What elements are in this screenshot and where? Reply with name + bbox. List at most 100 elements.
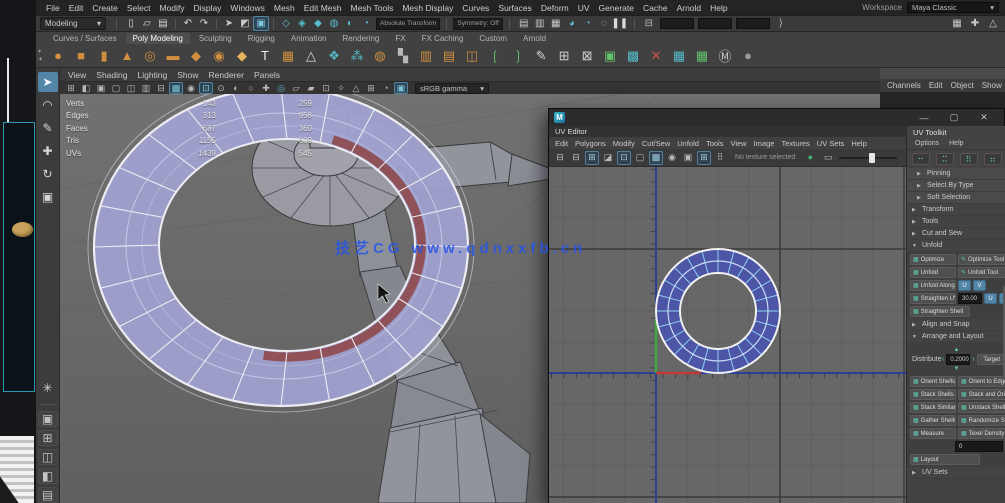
status-icon[interactable]: ◇ bbox=[278, 16, 294, 31]
arrange-button-right[interactable]: ▦Stack and Orient bbox=[958, 389, 1005, 400]
section-align-snap[interactable]: ▶ Align and Snap bbox=[907, 319, 1005, 331]
menu-item[interactable]: Display bbox=[194, 3, 222, 13]
selection-mode-button[interactable]: ⠿ bbox=[959, 153, 978, 165]
slider-handle[interactable] bbox=[869, 152, 876, 163]
minimize-button[interactable]: — bbox=[909, 110, 939, 126]
shelf-tool-icon[interactable]: ⁂ bbox=[347, 46, 367, 66]
arrange-button-right[interactable]: ▦ Texel Density ▾ bbox=[958, 428, 1005, 439]
last-tool-button[interactable]: ✳ bbox=[38, 379, 58, 398]
menu-item[interactable]: Modify bbox=[160, 3, 185, 13]
shelf-tool-icon[interactable]: ▬ bbox=[163, 46, 183, 66]
unfold-u-button[interactable]: U bbox=[958, 280, 971, 291]
shelf-tab[interactable]: Animation bbox=[284, 33, 334, 44]
layout-shortcut-button[interactable]: ▤ bbox=[37, 486, 58, 503]
uv-toolbar-icon[interactable]: ⊡ bbox=[617, 150, 631, 165]
viewport-toolbar-icon[interactable]: ◔ bbox=[379, 82, 393, 94]
menu-item[interactable]: Edit Mesh bbox=[304, 3, 342, 13]
viewport-toolbar-icon[interactable]: ⊡ bbox=[199, 82, 213, 94]
status-icon[interactable]: ◕ bbox=[564, 16, 580, 31]
viewport-toolbar-icon[interactable]: ▱ bbox=[289, 82, 303, 94]
status-icon[interactable]: ◈ bbox=[294, 16, 310, 31]
uv-toolbar-icon[interactable]: ⊞ bbox=[585, 150, 599, 165]
channel-menu-item[interactable]: Object bbox=[951, 81, 974, 90]
status-icon[interactable]: ▱ bbox=[139, 16, 155, 31]
shelf-tool-icon[interactable]: ● bbox=[738, 46, 758, 66]
panel-menu-item[interactable]: Lighting bbox=[137, 70, 167, 80]
viewport-toolbar-icon[interactable]: ✧ bbox=[334, 82, 348, 94]
selection-mode-button[interactable]: ⠭ bbox=[935, 153, 954, 165]
transform-y-input[interactable] bbox=[697, 18, 732, 29]
uv-editor-window[interactable]: M — ▢ ✕ UV Editor Edit Polygons Modify Cut/… bbox=[548, 108, 1005, 503]
status-icon[interactable]: ↷ bbox=[196, 16, 212, 31]
transform-mode-field[interactable]: Absolute Transform bbox=[376, 17, 441, 30]
status-icon[interactable]: ▣ bbox=[253, 16, 269, 31]
menu-item[interactable]: Create bbox=[92, 3, 118, 13]
channel-menu-item[interactable]: Channels bbox=[887, 81, 921, 90]
arrange-button-right[interactable]: ▦ Unstack Shells bbox=[958, 402, 1005, 413]
layout-toggle-icon[interactable]: ⊟ bbox=[553, 151, 567, 165]
arrange-button-right[interactable]: ▦Randomize Shells bbox=[958, 415, 1005, 426]
status-icon[interactable] bbox=[175, 17, 176, 30]
symmetry-field[interactable]: Symmetry: Off bbox=[453, 17, 503, 30]
shelf-tool-icon[interactable]: ❲ bbox=[485, 46, 505, 66]
viewport-toolbar-icon[interactable]: ◎ bbox=[274, 82, 288, 94]
uv-canvas[interactable] bbox=[549, 167, 906, 503]
shelf-tool-icon[interactable]: ▲ bbox=[117, 46, 137, 66]
arrange-button-left[interactable]: ▦ Orient Shells bbox=[910, 376, 956, 387]
layout-shortcut-button[interactable]: ◧ bbox=[37, 467, 58, 484]
toolkit-section-header[interactable]: ▶ Soft Selection bbox=[907, 192, 1005, 204]
menu-set-dropdown[interactable]: Modeling ▾ bbox=[40, 17, 106, 30]
chevron-right-icon[interactable]: › bbox=[972, 356, 974, 363]
status-icon[interactable]: ◔ bbox=[580, 16, 596, 31]
shelf-tool-icon[interactable]: ❖ bbox=[324, 46, 344, 66]
viewport-toolbar-icon[interactable]: ○ bbox=[244, 82, 258, 94]
shelf-tool-icon[interactable]: ■ bbox=[71, 46, 91, 66]
uv-toolbar-icon[interactable]: ⊞ bbox=[697, 150, 711, 165]
shelf-tool-icon[interactable]: ◆ bbox=[232, 46, 252, 66]
viewport-toolbar-icon[interactable]: ▢ bbox=[109, 82, 123, 94]
layout-shortcut-button[interactable]: ▣ bbox=[37, 410, 58, 427]
shelf-tab[interactable]: Custom bbox=[472, 33, 514, 44]
toolkit-section-header[interactable]: ▶ Select By Type bbox=[907, 180, 1005, 192]
shelf-tool-icon[interactable]: ⊞ bbox=[554, 46, 574, 66]
colorspace-dropdown[interactable]: sRGB gamma ▾ bbox=[415, 82, 489, 94]
shelf-tool-icon[interactable]: ◉ bbox=[209, 46, 229, 66]
section-unfold[interactable]: ▼ Unfold bbox=[907, 240, 1005, 252]
shelf-tool-icon[interactable]: ❳ bbox=[508, 46, 528, 66]
tool-button[interactable]: ▣ bbox=[38, 187, 58, 207]
viewport-toolbar-icon[interactable]: ◉ bbox=[184, 82, 198, 94]
straighten-shell-button[interactable]: ▦ Straighten Shell bbox=[910, 306, 970, 317]
menu-item[interactable]: Mesh bbox=[274, 3, 295, 13]
uv-window-titlebar[interactable]: M — ▢ ✕ bbox=[549, 109, 1004, 126]
shelf-tab[interactable]: Sculpting bbox=[192, 33, 239, 44]
distribute-value-field[interactable]: 0.2000 bbox=[946, 354, 971, 365]
shelf-tool-icon[interactable]: ▣ bbox=[600, 46, 620, 66]
shelf-tab[interactable]: Poly Modeling bbox=[125, 33, 190, 44]
sidebar-toggle-icon[interactable]: △ bbox=[985, 16, 1001, 31]
uv-toolbar-icon[interactable]: ▩ bbox=[649, 150, 663, 165]
viewport-toolbar-icon[interactable]: ◫ bbox=[124, 82, 138, 94]
viewport-toolbar-icon[interactable]: ▣ bbox=[394, 82, 408, 94]
status-icon[interactable]: ◌ bbox=[596, 16, 612, 31]
uv-menu-item[interactable]: View bbox=[730, 139, 746, 148]
optimize-button[interactable]: ▦ Optimize bbox=[910, 254, 956, 265]
status-icon[interactable]: ▦ bbox=[548, 16, 564, 31]
arrange-button-right[interactable]: ▦Orient to Edges bbox=[958, 376, 1005, 387]
toolkit-section-header[interactable]: ▶ Tools bbox=[907, 216, 1005, 228]
arrange-button-left[interactable]: ▦ Gather Shells bbox=[910, 415, 956, 426]
exposure-slider[interactable] bbox=[839, 152, 898, 163]
shelf-tool-icon[interactable]: ▦ bbox=[692, 46, 712, 66]
shelf-tool-icon[interactable]: ▥ bbox=[416, 46, 436, 66]
uv-menu-item[interactable]: Edit bbox=[555, 139, 568, 148]
status-icon[interactable]: ◍ bbox=[326, 16, 342, 31]
toolkit-menu-item[interactable]: Options bbox=[915, 140, 939, 147]
uv-toolbar-icon[interactable]: ⠿ bbox=[713, 151, 727, 165]
uv-menu-item[interactable]: Textures bbox=[781, 139, 809, 148]
straighten-angle-field[interactable]: 30.00 bbox=[958, 293, 982, 304]
toolkit-section-header[interactable]: ▶ Transform bbox=[907, 204, 1005, 216]
panel-menu-item[interactable]: Renderer bbox=[209, 70, 244, 80]
tool-button[interactable]: ➤ bbox=[37, 72, 58, 92]
viewport-toolbar-icon[interactable]: ▣ bbox=[94, 82, 108, 94]
viewport-toolbar-icon[interactable]: ⊟ bbox=[154, 82, 168, 94]
panel-menu-item[interactable]: Show bbox=[177, 70, 198, 80]
